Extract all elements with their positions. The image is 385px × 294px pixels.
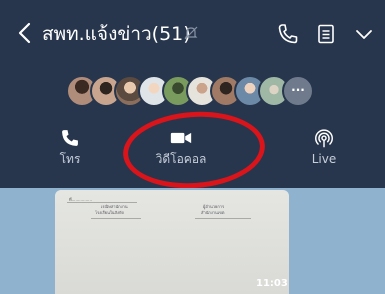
doc-rule-line: [67, 202, 137, 203]
back-arrow-icon[interactable]: [16, 20, 34, 46]
live-action-button[interactable]: Live: [284, 122, 364, 174]
header-bar: สพท.แจ้งข่าว(51): [0, 0, 385, 64]
voice-call-icon[interactable]: [276, 22, 300, 46]
mute-notification-icon: [184, 26, 198, 40]
doc-text-line: โรงเรียนในสังกัด: [95, 210, 124, 215]
doc-text-line: เรณิษสานักงาน: [101, 204, 128, 209]
member-avatars[interactable]: ···: [66, 75, 336, 107]
more-members-button[interactable]: ···: [282, 75, 314, 107]
doc-text-line: ผู้อำนวยการ: [203, 204, 225, 209]
call-action-button[interactable]: โทร: [30, 122, 110, 174]
image-message[interactable]: ที่................ เรณิษสานักงาน ผู้อำน…: [55, 190, 289, 294]
doc-text-line: สำนักงานเขต: [201, 210, 225, 215]
phone-icon: [62, 130, 78, 146]
doc-rule-line: [195, 218, 251, 219]
group-name: สพท.แจ้งข่าว(51): [42, 23, 191, 45]
live-broadcast-icon: [315, 129, 333, 148]
chevron-down-icon[interactable]: [352, 22, 376, 46]
notes-icon[interactable]: [314, 22, 338, 46]
call-action-label: โทร: [59, 152, 81, 166]
doc-text-line: ที่................: [69, 197, 92, 202]
live-action-label: Live: [311, 152, 337, 166]
message-timestamp: 11:03: [256, 278, 288, 289]
doc-rule-line: [91, 218, 141, 219]
